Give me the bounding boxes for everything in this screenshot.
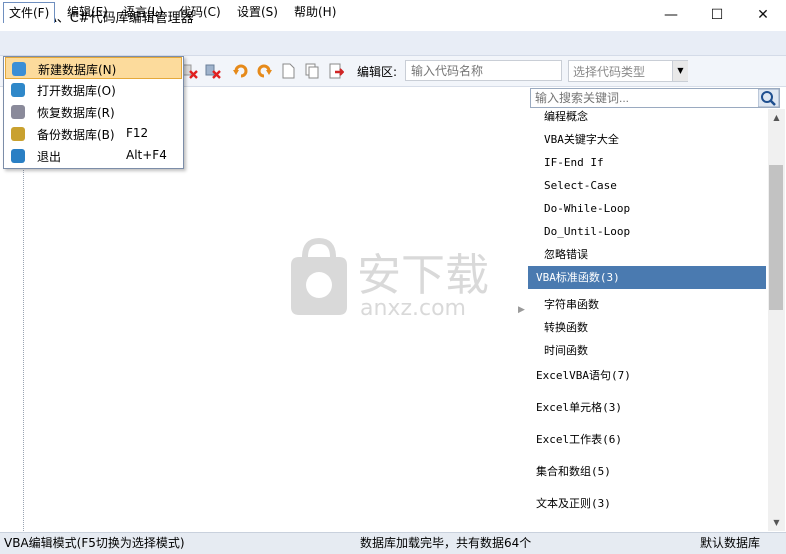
tree-item-label: 忽略错误	[544, 248, 588, 261]
tree-item[interactable]: 转换函数	[528, 316, 766, 339]
menu-restore-database[interactable]: 恢复数据库(R)	[5, 101, 182, 123]
tree-item-label: 集合和数组(5)	[536, 465, 611, 478]
tree-item-label: 文本及正则(3)	[536, 497, 611, 510]
category-tree: 编程概念 VBA关键字大全 IF-End If Select-Case Do-While…	[528, 109, 768, 531]
file-menu-dropdown: 新建数据库(N) 打开数据库(O) 恢复数据库(R) 备份数据库(B) F12 …	[3, 56, 184, 169]
menu-backup-shortcut: F12	[126, 126, 149, 140]
exit-icon	[11, 149, 25, 163]
tree-item-label: Excel工作表(6)	[536, 433, 622, 446]
close-button[interactable]: ✕	[740, 0, 786, 31]
tree-group-item[interactable]: 集合和数组(5)	[528, 460, 766, 483]
menu-backup-database[interactable]: 备份数据库(B) F12	[5, 123, 182, 145]
menu-bar	[0, 31, 786, 56]
tree-item[interactable]: 字符串函数	[528, 293, 766, 316]
maximize-button[interactable]: ☐	[694, 0, 740, 31]
tree-group-item[interactable]: 文本及正则(3)	[528, 492, 766, 515]
menu-help[interactable]: 帮助(H)	[289, 2, 341, 22]
menu-exit-shortcut: Alt+F4	[126, 148, 167, 162]
code-type-select-value: 选择代码类型	[573, 65, 646, 79]
menu-settings[interactable]: 设置(S)	[232, 2, 283, 22]
tree-item-label: VBA标准函数(3)	[536, 271, 620, 284]
minimize-button[interactable]: —	[648, 0, 694, 31]
watermark-domain: anxz.com	[360, 296, 466, 320]
tree-group-item[interactable]: ExcelVBA语句(7)	[528, 364, 766, 387]
restore-db-icon	[11, 105, 25, 119]
tree-item[interactable]: Select-Case	[528, 174, 766, 197]
tree-item-label: ExcelVBA语句(7)	[536, 369, 631, 382]
redo-icon[interactable]	[256, 63, 272, 79]
scroll-down-icon[interactable]: ▼	[768, 514, 785, 531]
tree-group-item[interactable]: VBA标准函数(3)	[528, 266, 766, 289]
scroll-thumb[interactable]	[769, 165, 783, 310]
tree-item[interactable]: 编程概念	[528, 109, 766, 128]
search-icon[interactable]	[758, 89, 779, 107]
menu-edit[interactable]: 编辑(E)	[62, 2, 113, 22]
tree-item-label: Excel单元格(3)	[536, 401, 622, 414]
tree-item[interactable]: IF-End If	[528, 151, 766, 174]
watermark-logo: 安下载 anxz.com	[291, 237, 489, 320]
tree-item[interactable]: 时间函数	[528, 339, 766, 362]
status-mode: VBA编辑模式(F5切换为选择模式)	[4, 536, 185, 550]
menu-backup-database-label: 备份数据库(B)	[37, 128, 115, 142]
backup-db-icon	[11, 127, 25, 141]
menu-exit[interactable]: 退出 Alt+F4	[5, 145, 182, 167]
menu-new-database[interactable]: 新建数据库(N)	[5, 57, 182, 79]
edit-area-label: 编辑区:	[357, 65, 398, 79]
tree-group-item[interactable]: Excel工作表(6)	[528, 428, 766, 451]
tree-item[interactable]: Do-While-Loop	[528, 197, 766, 220]
tree-item-label: 时间函数	[544, 344, 588, 357]
tree-item-label: VBA关键字大全	[544, 133, 619, 146]
tree-item-label: Select-Case	[544, 179, 617, 192]
menu-open-database-label: 打开数据库(O)	[37, 84, 116, 98]
status-bar: VBA编辑模式(F5切换为选择模式) 数据库加载完毕，共有数据64个 默认数据库	[0, 532, 786, 554]
undo-icon[interactable]	[233, 63, 249, 79]
tree-item-label: IF-End If	[544, 156, 604, 169]
menu-code[interactable]: 代码(C)	[174, 2, 226, 22]
scroll-up-icon[interactable]: ▲	[768, 109, 785, 126]
tree-item[interactable]: VBA关键字大全	[528, 128, 766, 151]
menu-file[interactable]: 文件(F)	[3, 2, 56, 23]
copy-icon[interactable]	[304, 63, 320, 79]
menu-language[interactable]: 语言(L)	[118, 2, 168, 22]
open-db-icon	[11, 83, 25, 97]
tree-item-label: 编程概念	[544, 110, 588, 123]
menu-exit-label: 退出	[37, 150, 62, 164]
code-name-input[interactable]	[405, 60, 562, 81]
menu-restore-database-label: 恢复数据库(R)	[37, 106, 115, 120]
tree-item-label: Do_Until-Loop	[544, 225, 631, 238]
status-load: 数据库加载完毕，共有数据64个	[360, 536, 532, 550]
tree-item-label: 字符串函数	[544, 298, 599, 311]
tree-item[interactable]: 忽略错误	[528, 243, 766, 266]
new-db-icon	[12, 62, 26, 76]
export-icon[interactable]	[328, 63, 344, 79]
new-file-icon[interactable]	[280, 63, 296, 79]
menu-new-database-label: 新建数据库(N)	[38, 63, 117, 77]
tree-item-label: Do-While-Loop	[544, 202, 631, 215]
tree-group-item[interactable]: Excel单元格(3)	[528, 396, 766, 419]
delete-all-icon[interactable]	[205, 63, 221, 79]
chevron-down-icon[interactable]: ▼	[672, 61, 688, 81]
splitter-arrow-icon[interactable]: ▶	[518, 305, 525, 315]
delete-icon[interactable]	[182, 63, 198, 79]
tree-item-label: 转换函数	[544, 321, 588, 334]
search-input[interactable]	[535, 90, 755, 106]
tree-item[interactable]: Do_Until-Loop	[528, 220, 766, 243]
menu-open-database[interactable]: 打开数据库(O)	[5, 79, 182, 101]
watermark-brand: 安下载	[357, 250, 489, 301]
status-database: 默认数据库	[700, 536, 761, 550]
